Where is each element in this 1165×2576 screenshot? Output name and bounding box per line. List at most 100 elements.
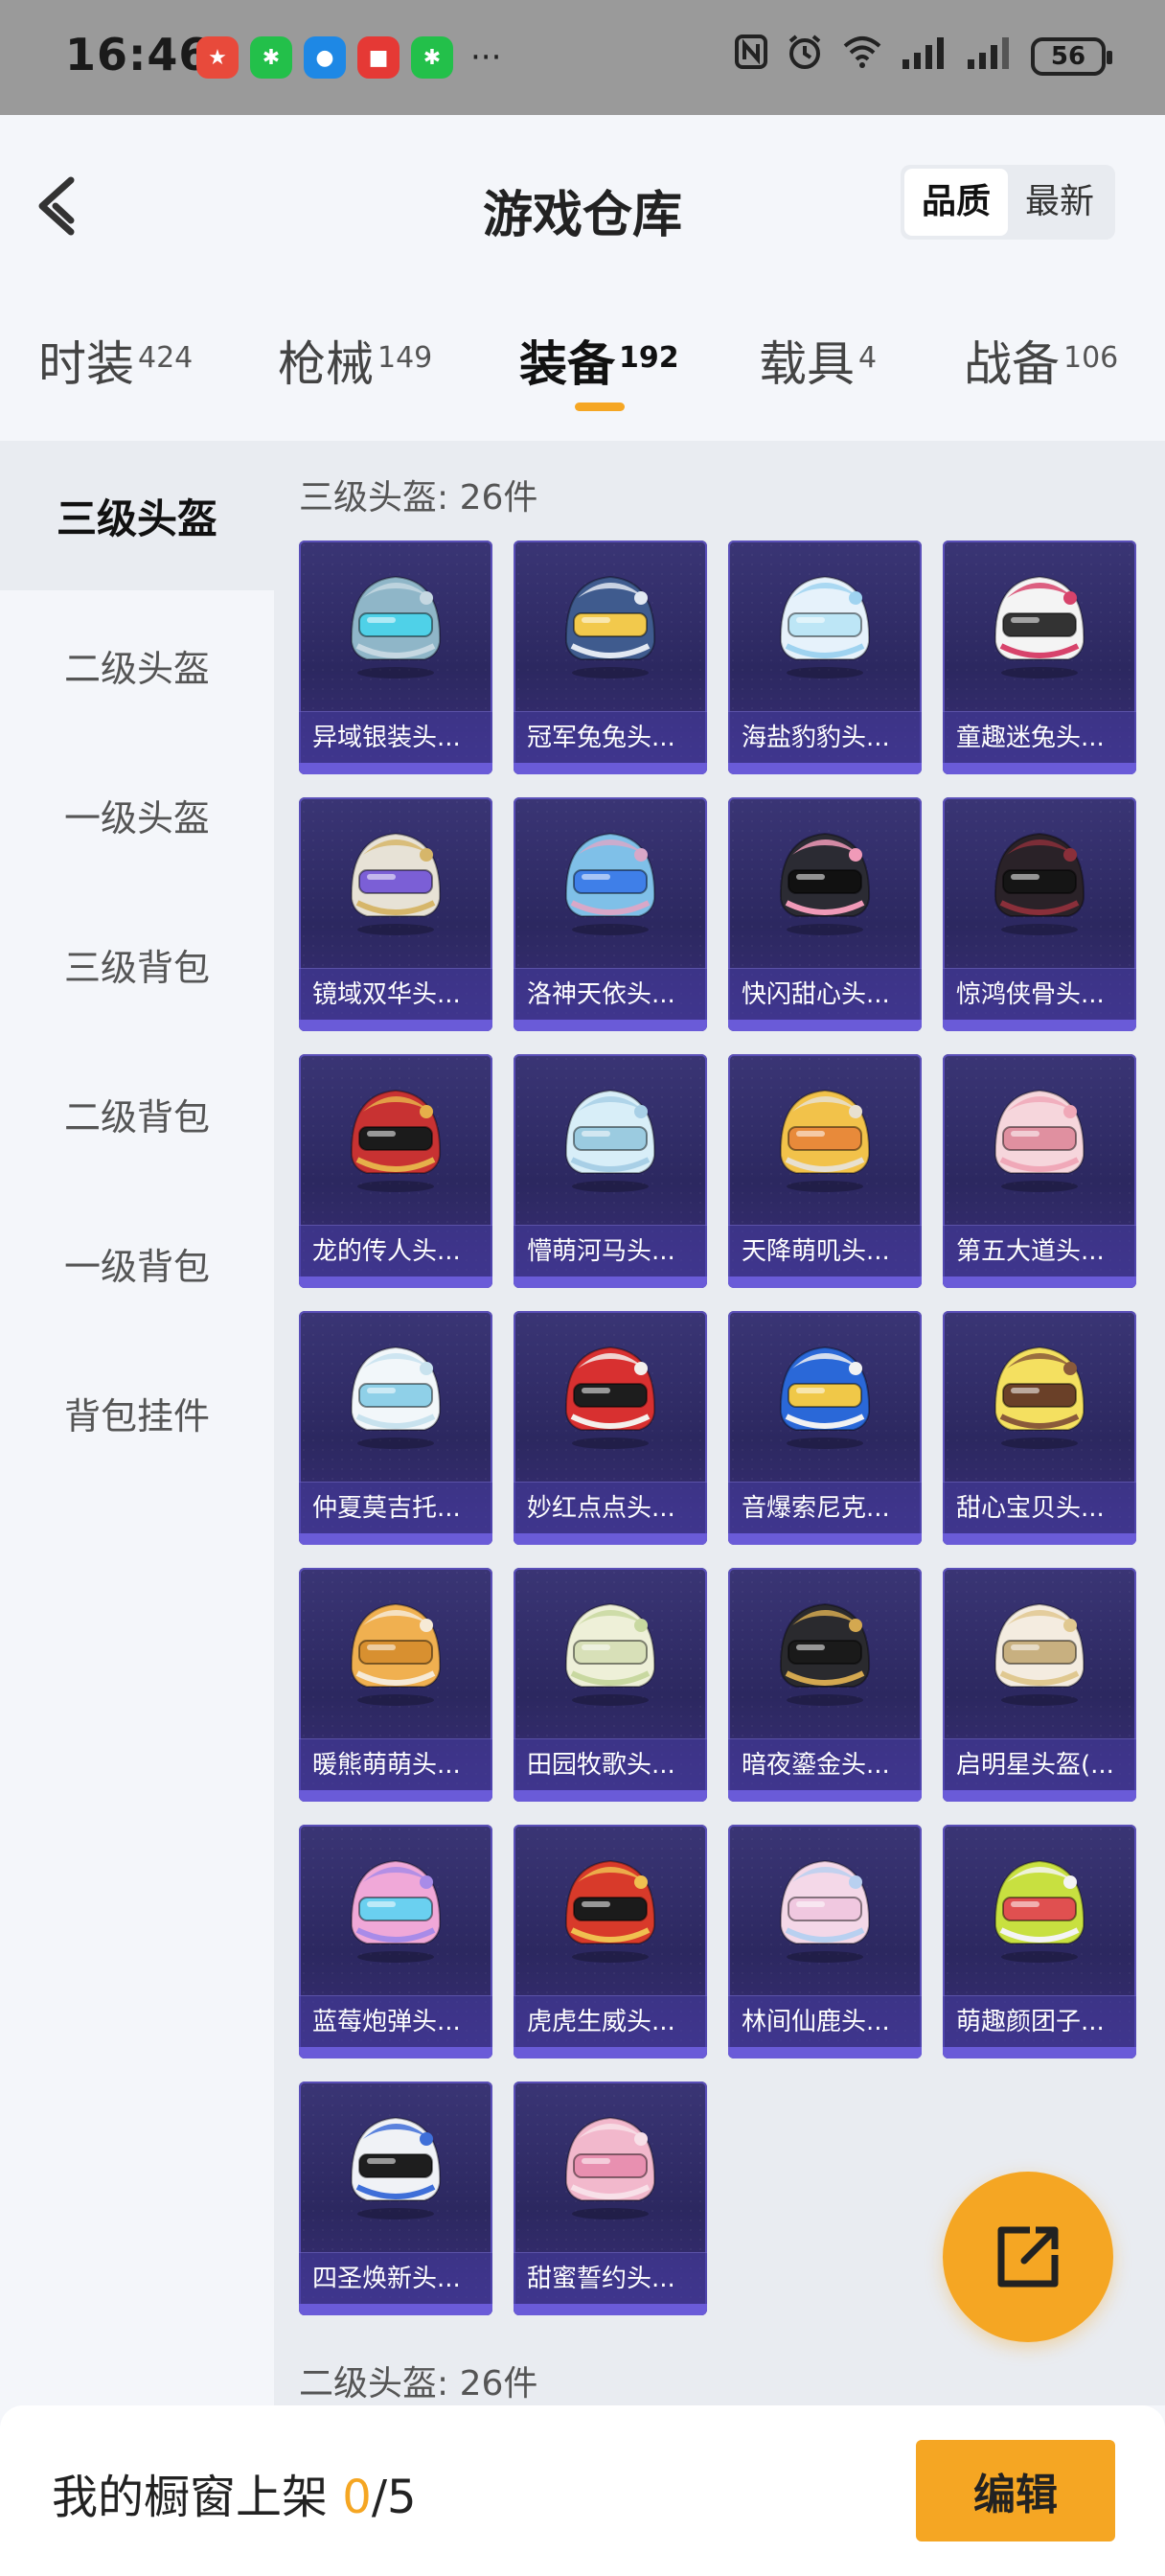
wifi-icon [841,34,883,78]
card-accent [728,763,922,774]
item-name: 惊鸿侠骨头... [943,968,1136,1020]
card-accent [299,763,492,774]
category-tabs: 时装 424 枪械 149 装备 192 载具 4 战备 106 [0,289,1165,441]
helmet-icon [994,1346,1085,1449]
card-accent [299,1790,492,1802]
tab-count: 4 [858,341,878,375]
helmet-icon [564,1346,656,1449]
item-list[interactable]: 三级头盔: 26件 异域银装头... 冠军兔兔头... 海盐豹豹头... 童趣迷兔头.… [274,441,1165,2405]
tab-guns[interactable]: 枪械 149 [278,326,432,395]
item-card[interactable]: 林间仙鹿头... [728,1825,922,2058]
tab-count: 192 [619,341,679,375]
helmet-icon [564,1089,656,1192]
helmet-icon [779,1602,871,1706]
helmet-icon [994,1602,1085,1706]
item-card[interactable]: 田园牧歌头... [514,1568,707,1802]
item-card[interactable]: 音爆索尼克... [728,1311,922,1545]
share-button[interactable] [943,2172,1113,2342]
item-card[interactable]: 冠军兔兔头... [514,540,707,774]
item-card[interactable]: 懵萌河马头... [514,1054,707,1288]
item-name: 仲夏莫吉托... [299,1482,492,1533]
card-accent [728,2047,922,2058]
item-card[interactable]: 甜心宝贝头... [943,1311,1136,1545]
tab-fashion[interactable]: 时装 424 [38,326,193,395]
page-header: 游戏仓库 品质 最新 [0,115,1165,289]
item-card[interactable]: 妙红点点头... [514,1311,707,1545]
sidebar: 三级头盔 二级头盔 一级头盔 三级背包 二级背包 一级背包 背包挂件 [0,441,274,2405]
item-card[interactable]: 暖熊萌萌头... [299,1568,492,1802]
sidebar-item-backpack-charm[interactable]: 背包挂件 [0,1338,274,1487]
item-card[interactable]: 龙的传人头... [299,1054,492,1288]
helmet-icon [350,1346,442,1449]
tab-label: 装备 [519,336,615,392]
item-card[interactable]: 蓝莓炮弹头... [299,1825,492,2058]
item-name: 海盐豹豹头... [728,711,922,763]
item-card[interactable]: 异域银装头... [299,540,492,774]
share-icon [997,2226,1059,2288]
helmet-icon [350,1859,442,1963]
card-accent [514,2304,707,2315]
showcase-status: 我的橱窗上架 0/5 [52,2459,417,2526]
card-accent [943,2047,1136,2058]
item-card[interactable]: 洛神天依头... [514,797,707,1031]
helmet-icon [350,1602,442,1706]
item-card[interactable]: 童趣迷兔头... [943,540,1136,774]
helmet-icon [779,832,871,935]
status-time: 16:46 [65,29,211,80]
card-accent [514,1533,707,1545]
tab-vehicles[interactable]: 载具 4 [759,326,877,395]
item-name: 虎虎生威头... [514,1995,707,2047]
helmet-icon [564,1602,656,1706]
item-card[interactable]: 天降萌叽头... [728,1054,922,1288]
section-title: 二级头盔: 26件 [299,2364,538,2404]
card-accent [514,2047,707,2058]
item-card[interactable]: 启明星头盔(... [943,1568,1136,1802]
item-card[interactable]: 镜域双华头... [299,797,492,1031]
system-icons: 56 [734,33,1112,80]
helmet-icon [994,575,1085,678]
item-card[interactable]: 暗夜鎏金头... [728,1568,922,1802]
sidebar-item-level1-helmet[interactable]: 一级头盔 [0,740,274,889]
item-name: 田园牧歌头... [514,1738,707,1790]
card-accent [943,1020,1136,1031]
card-accent [299,2047,492,2058]
tab-battle-prep[interactable]: 战备 106 [964,326,1118,395]
edit-button[interactable]: 编辑 [916,2440,1115,2542]
sidebar-item-level2-backpack[interactable]: 二级背包 [0,1039,274,1188]
item-name: 林间仙鹿头... [728,1995,922,2047]
sidebar-item-level3-helmet[interactable]: 三级头盔 [0,441,274,590]
card-accent [728,1276,922,1288]
tab-label: 载具 [759,336,855,392]
item-card[interactable]: 甜蜜誓约头... [514,2082,707,2315]
helmet-icon [564,2116,656,2220]
item-card[interactable]: 第五大道头... [943,1054,1136,1288]
item-name: 异域银装头... [299,711,492,763]
helmet-icon [779,1859,871,1963]
item-name: 童趣迷兔头... [943,711,1136,763]
item-card[interactable]: 海盐豹豹头... [728,540,922,774]
card-accent [728,1020,922,1031]
sidebar-item-level3-backpack[interactable]: 三级背包 [0,889,274,1039]
sidebar-item-level2-helmet[interactable]: 二级头盔 [0,590,274,740]
item-card[interactable]: 快闪甜心头... [728,797,922,1031]
helmet-icon [350,575,442,678]
sidebar-item-level1-backpack[interactable]: 一级背包 [0,1188,274,1338]
card-accent [943,1533,1136,1545]
sort-quality-button[interactable]: 品质 [903,169,1008,236]
sort-toggle: 品质 最新 [900,165,1115,240]
item-card[interactable]: 四圣焕新头... [299,2082,492,2315]
item-card[interactable]: 萌趣颜团子... [943,1825,1136,2058]
card-accent [299,2304,492,2315]
bottom-bar: 我的橱窗上架 0/5 编辑 [0,2405,1165,2576]
item-card[interactable]: 虎虎生威头... [514,1825,707,2058]
signal-icon-2 [966,34,1014,78]
card-accent [514,1276,707,1288]
tab-equipment[interactable]: 装备 192 [519,326,679,395]
item-card[interactable]: 仲夏莫吉托... [299,1311,492,1545]
sort-latest-button[interactable]: 最新 [1008,169,1111,236]
tab-count: 106 [1063,341,1119,375]
item-card[interactable]: 惊鸿侠骨头... [943,797,1136,1031]
wechat-icon: ✱ [411,36,453,79]
item-name: 冠军兔兔头... [514,711,707,763]
wechat-icon: ✱ [250,36,292,79]
